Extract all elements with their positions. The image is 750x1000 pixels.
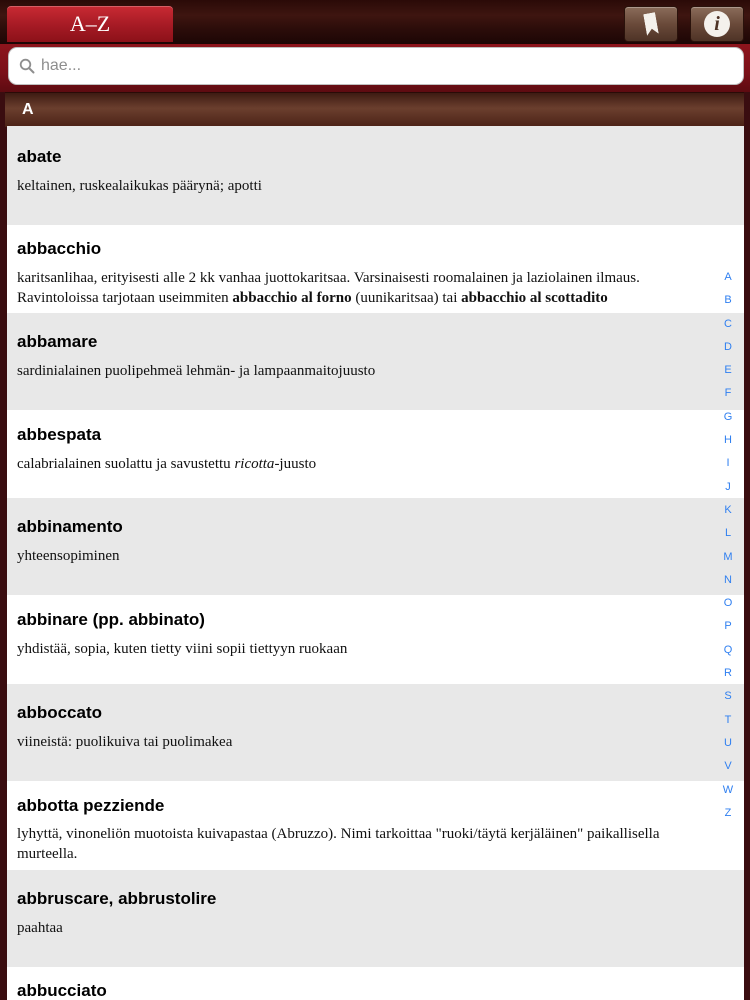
index-letter-t[interactable]: T <box>718 709 738 732</box>
index-letter-o[interactable]: O <box>718 592 738 615</box>
index-letter-n[interactable]: N <box>718 569 738 592</box>
list-item[interactable]: abbotta pezziende lyhyttä, vinoneliön mu… <box>7 781 744 870</box>
entry-term: abbinamento <box>17 517 123 536</box>
entry-term: abbruscare, abbrustolire <box>17 889 217 908</box>
index-letter-w[interactable]: W <box>718 779 738 802</box>
index-letter-i[interactable]: I <box>718 452 738 475</box>
az-tab[interactable]: A–Z <box>7 6 173 42</box>
entry-definition: lyhyttä, vinoneliön muotoista kuivapasta… <box>17 826 660 862</box>
entry-term: abate <box>17 147 62 166</box>
index-letter-d[interactable]: D <box>718 336 738 359</box>
index-letter-a[interactable]: A <box>718 266 738 289</box>
dictionary-list[interactable]: abate keltainen, ruskealaikukas päärynä;… <box>7 126 744 1000</box>
search-icon <box>19 58 35 74</box>
list-item[interactable]: abbinamento yhteensopiminen <box>7 498 744 595</box>
top-toolbar: A–Z i <box>0 0 750 44</box>
entry-definition: yhteensopiminen <box>17 548 120 564</box>
entry-definition: paahtaa <box>17 920 63 936</box>
search-bar <box>0 44 750 92</box>
index-letter-q[interactable]: Q <box>718 639 738 662</box>
alphabet-index[interactable]: ABCDEFGHIJKLMNOPQRSTUVWZ <box>718 266 738 825</box>
entry-term: abbucciato <box>17 981 107 1000</box>
list-item[interactable]: abbinare (pp. abbinato) yhdistää, sopia,… <box>7 595 744 684</box>
index-letter-l[interactable]: L <box>718 522 738 545</box>
index-letter-p[interactable]: P <box>718 615 738 638</box>
entry-definition: yhdistää, sopia, kuten tietty viini sopi… <box>17 641 348 657</box>
search-box[interactable] <box>8 47 744 85</box>
entry-definition: sardinialainen puolipehmeä lehmän- ja la… <box>17 363 376 379</box>
entry-term: abbacchio <box>17 239 102 258</box>
index-letter-c[interactable]: C <box>718 313 738 336</box>
bookmarks-button[interactable] <box>624 6 678 42</box>
definition-text: -juusto <box>274 456 317 472</box>
index-letter-k[interactable]: K <box>718 499 738 522</box>
index-letter-h[interactable]: H <box>718 429 738 452</box>
entry-definition: karitsanlihaa, erityisesti alle 2 kk van… <box>17 268 717 308</box>
search-input[interactable] <box>41 48 731 84</box>
list-item[interactable]: abbruscare, abbrustolire paahtaa <box>7 870 744 967</box>
entry-definition: calabrialainen suolattu ja savustettu ri… <box>17 454 717 474</box>
definition-text: (uunikaritsaa) tai <box>351 290 462 306</box>
list-item[interactable]: abate keltainen, ruskealaikukas päärynä;… <box>7 126 744 225</box>
index-letter-z[interactable]: Z <box>718 802 738 825</box>
entry-term: abbamare <box>17 332 98 351</box>
info-button[interactable]: i <box>690 6 744 42</box>
index-letter-b[interactable]: B <box>718 289 738 312</box>
index-letter-v[interactable]: V <box>718 755 738 778</box>
definition-italic: ricotta <box>234 456 275 472</box>
section-header: A <box>5 92 744 127</box>
list-item[interactable]: abbucciato <box>7 967 744 1000</box>
index-letter-s[interactable]: S <box>718 685 738 708</box>
list-item[interactable]: abbespata calabrialainen suolattu ja sav… <box>7 410 744 498</box>
index-letter-j[interactable]: J <box>718 476 738 499</box>
index-letter-u[interactable]: U <box>718 732 738 755</box>
list-item[interactable]: abbacchio karitsanlihaa, erityisesti all… <box>7 225 744 313</box>
index-letter-f[interactable]: F <box>718 382 738 405</box>
section-letter: A <box>22 101 34 118</box>
definition-bold: abbacchio al scottadito <box>461 290 608 306</box>
entry-definition: viineistä: puolikuiva tai puolimakea <box>17 734 233 750</box>
entry-term: abboccato <box>17 703 103 722</box>
bookmark-icon <box>643 12 659 36</box>
index-letter-e[interactable]: E <box>718 359 738 382</box>
entry-term: abbotta pezziende <box>17 796 165 815</box>
index-letter-r[interactable]: R <box>718 662 738 685</box>
definition-text: calabrialainen suolattu ja savustettu <box>17 456 235 472</box>
info-icon: i <box>704 11 730 37</box>
entry-definition: keltainen, ruskealaikukas päärynä; apott… <box>17 178 262 194</box>
list-item[interactable]: abbamare sardinialainen puolipehmeä lehm… <box>7 313 744 410</box>
entry-term: abbinare (pp. abbinato) <box>17 610 205 629</box>
index-letter-m[interactable]: M <box>718 546 738 569</box>
index-letter-g[interactable]: G <box>718 406 738 429</box>
list-item[interactable]: abboccato viineistä: puolikuiva tai puol… <box>7 684 744 781</box>
entry-term: abbespata <box>17 425 102 444</box>
definition-bold: abbacchio al forno <box>232 290 352 306</box>
